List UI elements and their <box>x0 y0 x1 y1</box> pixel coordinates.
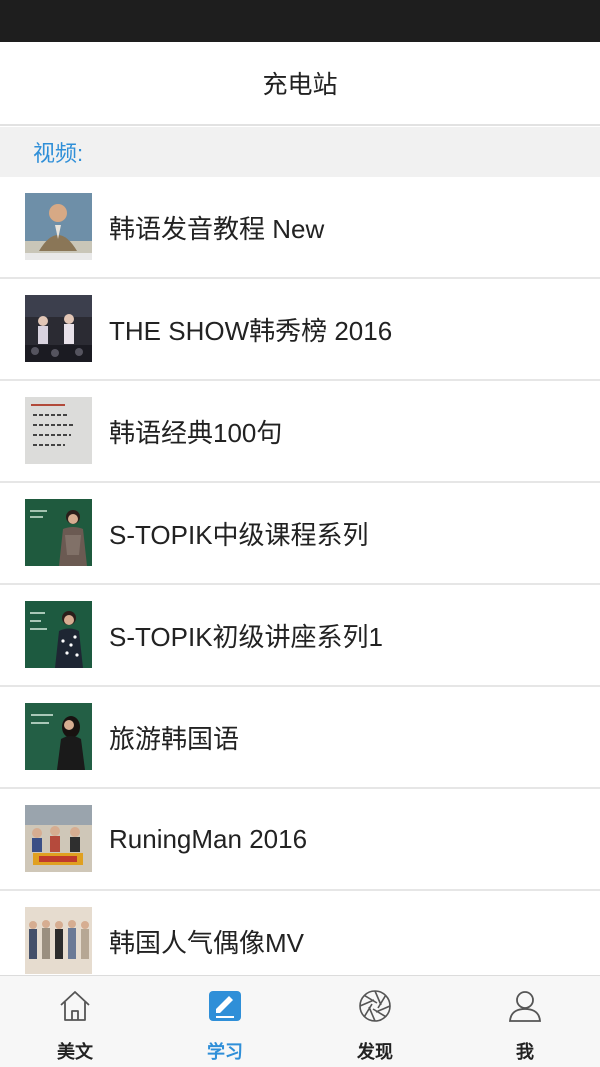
tab-label: 学习 <box>207 1042 243 1062</box>
video-list-item[interactable]: S-TOPIK初级讲座系列1 <box>0 585 600 687</box>
variety-show-thumbnail <box>25 805 92 872</box>
handwritten-notes-thumbnail <box>25 397 92 464</box>
bottom-tab-bar: 美文 学习 发现 我 <box>0 975 600 1067</box>
edit-note-icon <box>207 988 243 1024</box>
teacher-blackboard-thumbnail <box>25 601 92 668</box>
tab-faxian[interactable]: 发现 <box>300 976 450 1067</box>
section-label: 视频: <box>33 141 84 166</box>
video-title: 韩国人气偶像MV <box>109 927 305 958</box>
idol-group-thumbnail <box>25 907 92 974</box>
tab-meiwen[interactable]: 美文 <box>0 976 150 1067</box>
tab-xuexi[interactable]: 学习 <box>150 976 300 1067</box>
tab-label: 发现 <box>357 1042 393 1062</box>
aperture-icon <box>357 988 393 1024</box>
nav-bar: 充电站 <box>0 42 600 126</box>
user-icon <box>507 988 543 1024</box>
teacher-blackboard-thumbnail <box>25 499 92 566</box>
video-list: 韩语发音教程 New THE SHOW韩秀榜 2016 韩语经典100句 S-T… <box>0 177 600 975</box>
video-title: 韩语发音教程 New <box>109 213 325 244</box>
video-list-item[interactable]: THE SHOW韩秀榜 2016 <box>0 279 600 381</box>
tab-wo[interactable]: 我 <box>450 976 600 1067</box>
video-title: S-TOPIK中级课程系列 <box>109 519 369 550</box>
video-list-item[interactable]: 旅游韩国语 <box>0 687 600 789</box>
tab-label: 我 <box>516 1042 534 1062</box>
tab-label: 美文 <box>57 1042 93 1062</box>
video-list-item[interactable]: 韩国人气偶像MV <box>0 891 600 975</box>
video-list-item[interactable]: 韩语经典100句 <box>0 381 600 483</box>
video-title: THE SHOW韩秀榜 2016 <box>109 315 393 346</box>
video-title: 旅游韩国语 <box>109 723 240 754</box>
video-title: RuningMan 2016 <box>109 823 308 854</box>
home-icon <box>57 988 93 1024</box>
video-title: S-TOPIK初级讲座系列1 <box>109 621 384 652</box>
presenter-thumbnail <box>25 193 92 260</box>
video-list-item[interactable]: 韩语发音教程 New <box>0 177 600 279</box>
stage-performance-thumbnail <box>25 295 92 362</box>
teacher-blackboard-thumbnail <box>25 703 92 770</box>
video-list-item[interactable]: RuningMan 2016 <box>0 789 600 891</box>
page-title: 充电站 <box>262 71 338 99</box>
video-list-item[interactable]: S-TOPIK中级课程系列 <box>0 483 600 585</box>
section-header: 视频: <box>0 127 600 177</box>
status-bar <box>0 0 600 42</box>
video-title: 韩语经典100句 <box>109 417 283 448</box>
